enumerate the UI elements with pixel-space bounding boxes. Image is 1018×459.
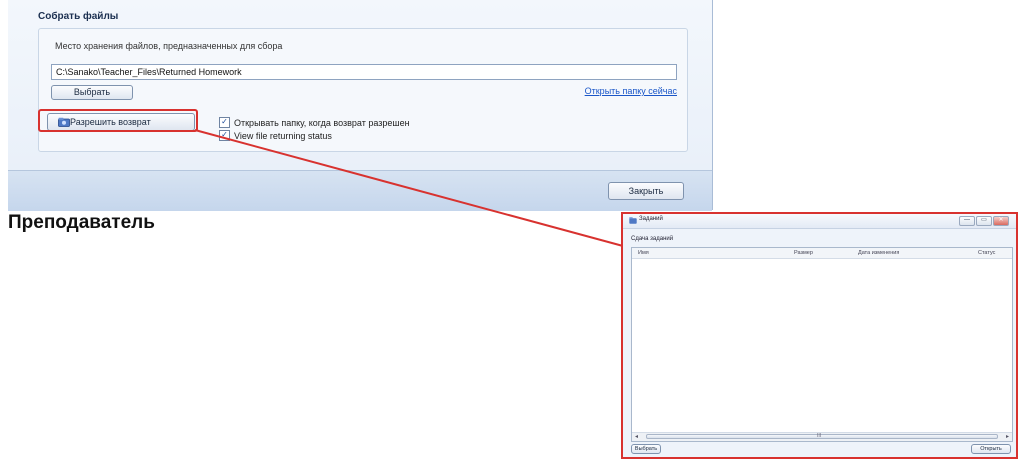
column-name[interactable]: Имя: [638, 250, 649, 256]
assignments-section-label: Сдача заданий: [631, 236, 674, 242]
minimize-button[interactable]: —: [959, 216, 975, 226]
horizontal-scrollbar[interactable]: ◂ III ▸: [632, 432, 1012, 441]
column-status[interactable]: Статус: [978, 250, 995, 256]
teacher-caption: Преподаватель: [8, 212, 155, 233]
column-size[interactable]: Размер: [794, 250, 813, 256]
app-icon: [629, 217, 637, 224]
assignments-list[interactable]: Имя Размер Дата изменения Статус ◂ III ▸: [631, 247, 1013, 442]
assignments-open-button[interactable]: Открыть: [971, 444, 1011, 454]
maximize-button[interactable]: ▭: [976, 216, 992, 226]
scroll-right-arrow-icon[interactable]: ▸: [1006, 433, 1009, 441]
assignments-window-titlebar: Заданий — ▭ ✕: [623, 214, 1016, 229]
assignments-window-title: Заданий: [639, 216, 663, 222]
scroll-left-arrow-icon[interactable]: ◂: [635, 433, 638, 441]
assignments-list-header: Имя Размер Дата изменения Статус: [632, 248, 1012, 259]
scrollbar-thumb[interactable]: III: [646, 433, 998, 439]
assignments-window: Заданий — ▭ ✕ Сдача заданий Имя Размер Д…: [621, 212, 1018, 459]
scrollbar-grip: III: [817, 433, 822, 439]
assignments-choose-button[interactable]: Выбрать: [631, 444, 661, 454]
column-modified[interactable]: Дата изменения: [858, 250, 899, 256]
window-close-button[interactable]: ✕: [993, 216, 1009, 226]
